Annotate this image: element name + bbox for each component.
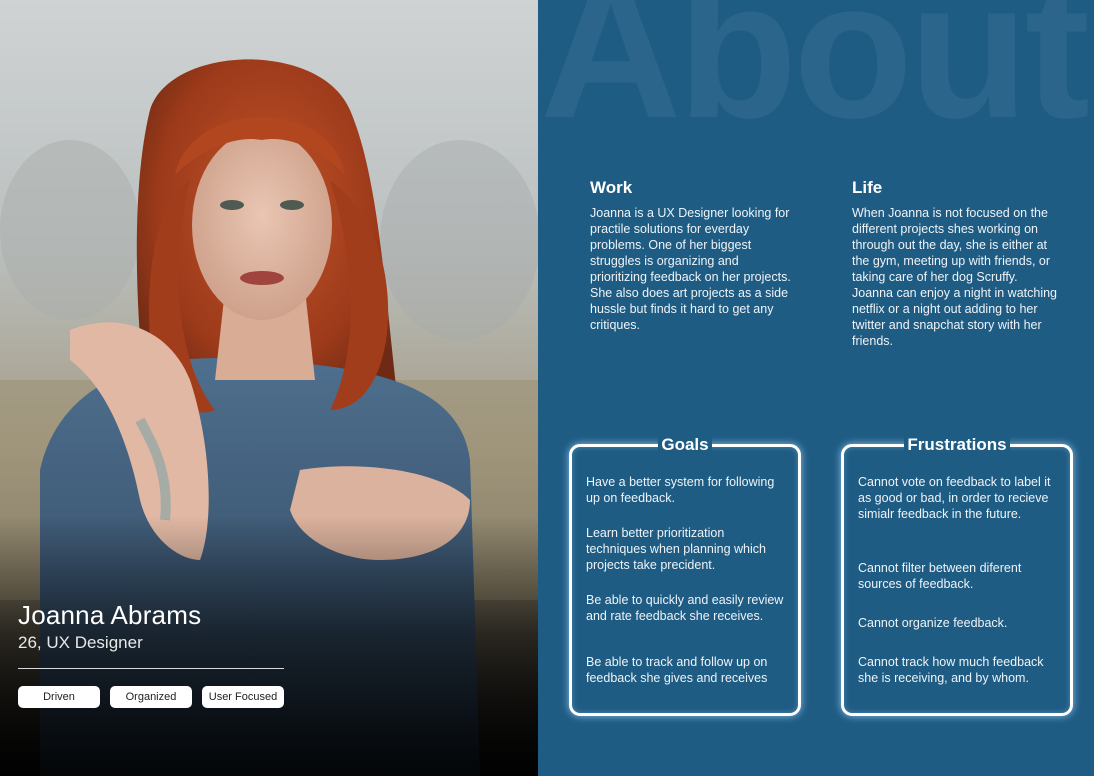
frustrations-title: Frustrations [904, 435, 1010, 454]
frustration-item: Cannot filter between diferent sources o… [858, 561, 1022, 591]
about-panel: About Work Joanna is a UX Designer looki… [538, 0, 1094, 776]
goals-card: Goals Have a better system for following… [569, 435, 801, 716]
goal-item: Learn better prioritization techniques w… [586, 526, 766, 572]
profile-photo-panel: Joanna Abrams 26, UX Designer Driven Org… [0, 0, 538, 776]
persona-name: Joanna Abrams [18, 600, 202, 630]
goal-item: Have a better system for following up on… [586, 475, 775, 505]
name-divider [18, 668, 284, 669]
trait-tag-user-focused: User Focused [202, 686, 284, 708]
about-watermark-title: About [540, 0, 1090, 159]
life-heading: Life [852, 178, 883, 197]
frustration-item: Cannot vote on feedback to label it as g… [858, 475, 1051, 521]
trait-tag-driven: Driven [18, 686, 100, 708]
goal-item: Be able to track and follow up on feedba… [586, 655, 768, 685]
frustration-item: Cannot organize feedback. [858, 616, 1008, 630]
work-description: Joanna is a UX Designer looking for prac… [590, 206, 791, 332]
goals-title: Goals [658, 435, 712, 454]
persona-age-role: 26, UX Designer [18, 633, 143, 652]
goals-title-wrap: Goals [572, 435, 798, 455]
frustrations-card: Frustrations Cannot vote on feedback to … [841, 435, 1073, 716]
frustrations-title-wrap: Frustrations [844, 435, 1070, 455]
trait-tag-organized: Organized [110, 686, 192, 708]
goal-item: Be able to quickly and easily review and… [586, 593, 784, 623]
trait-tags: Driven Organized User Focused [18, 686, 284, 708]
frustration-item: Cannot track how much feedback she is re… [858, 655, 1044, 685]
work-heading: Work [590, 178, 633, 197]
life-description: When Joanna is not focused on the differ… [852, 206, 1058, 348]
